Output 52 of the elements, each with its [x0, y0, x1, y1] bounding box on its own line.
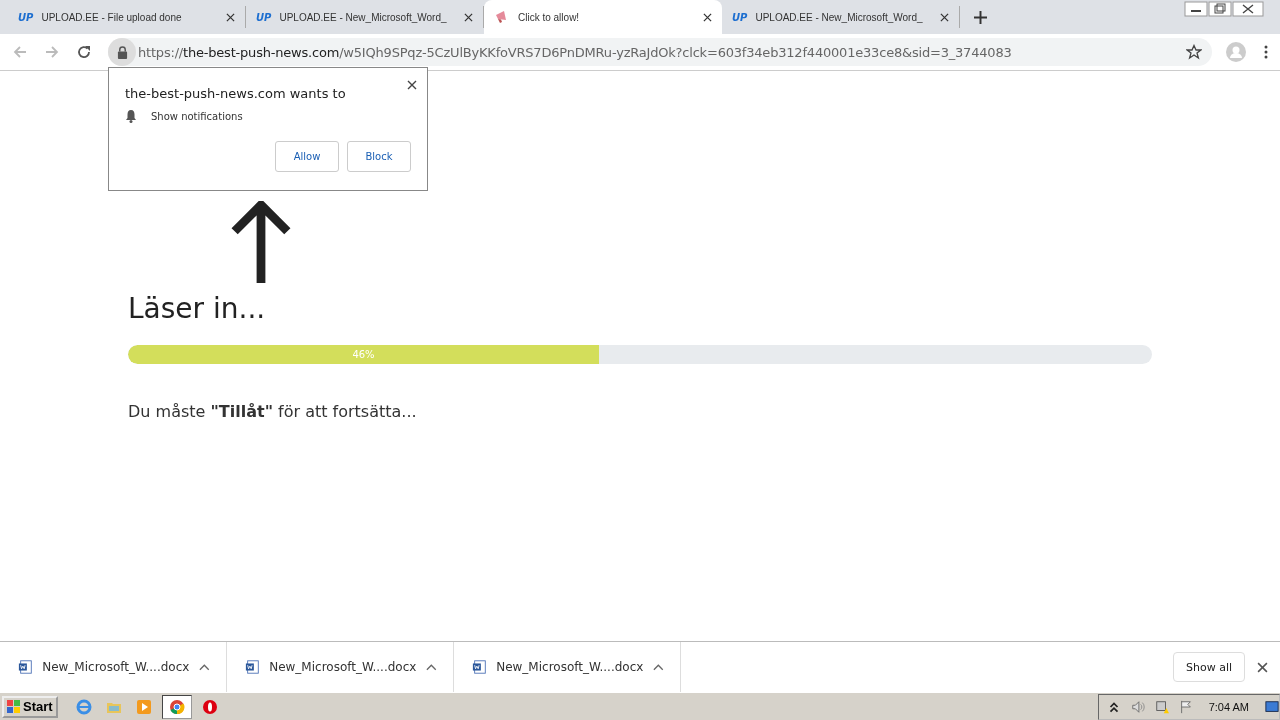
tab-title: Click to allow!	[518, 11, 581, 23]
bookmark-star-icon[interactable]	[1186, 44, 1202, 60]
site-logo: UP	[732, 11, 748, 23]
chrome-icon	[168, 698, 185, 715]
download-filename[interactable]: New_Microsoft_W....docx	[496, 660, 644, 674]
permission-label: Show notifications	[151, 110, 243, 122]
opera-icon[interactable]	[201, 698, 218, 715]
caret-icon[interactable]	[426, 663, 437, 671]
lock-icon	[116, 45, 128, 59]
word-document-icon	[472, 659, 487, 675]
windows-logo-icon	[7, 699, 21, 714]
bell-icon	[125, 109, 137, 123]
menu-icon[interactable]	[1264, 44, 1268, 60]
word-document-icon	[18, 659, 33, 675]
dialog-title: the-best-push-news.com wants to	[125, 86, 346, 101]
up-arrow-icon	[230, 201, 292, 283]
show-all-button[interactable]: Show all	[1172, 652, 1245, 682]
reload-icon[interactable]	[76, 44, 92, 60]
close-icon[interactable]	[1257, 661, 1268, 673]
tab-title: UPLOAD.EE - New_Microsoft_Word_	[755, 11, 924, 23]
allow-button[interactable]: Allow	[275, 141, 339, 172]
download-filename[interactable]: New_Microsoft_W....docx	[269, 660, 417, 674]
start-button[interactable]: Start	[2, 695, 58, 718]
word-document-icon	[245, 659, 260, 675]
browser-tab[interactable]: Click to allow!	[484, 0, 722, 34]
close-icon[interactable]	[464, 12, 473, 22]
allow-instruction: Du måste "Tillåt" för att fortsätta...	[128, 402, 418, 421]
site-logo: UP	[256, 11, 272, 23]
close-icon[interactable]	[703, 12, 712, 22]
block-button[interactable]: Block	[347, 141, 411, 172]
tab-title: UPLOAD.EE - File upload done	[41, 11, 183, 23]
chrome-taskbar-button[interactable]	[161, 694, 192, 719]
close-icon[interactable]	[407, 80, 417, 90]
show-desktop-icon[interactable]	[1265, 699, 1279, 714]
caret-icon[interactable]	[653, 663, 664, 671]
speaker-icon[interactable]	[1130, 699, 1145, 714]
caret-icon[interactable]	[199, 663, 210, 671]
tab-title: UPLOAD.EE - New_Microsoft_Word_	[279, 11, 448, 23]
loading-heading: Läser in...	[128, 291, 267, 327]
site-logo: UP	[18, 11, 34, 23]
flag-icon[interactable]	[1178, 699, 1193, 714]
network-warning-icon[interactable]	[1154, 699, 1169, 714]
window-controls-drawing[interactable]	[1184, 1, 1264, 17]
progress-label: 46%	[352, 349, 375, 360]
new-tab-icon[interactable]	[974, 10, 987, 24]
close-icon[interactable]	[226, 12, 235, 22]
browser-tab[interactable]: UP UPLOAD.EE - File upload done	[8, 6, 246, 28]
download-filename[interactable]: New_Microsoft_W....docx	[42, 660, 190, 674]
clock[interactable]: 7:04 AM	[1208, 700, 1249, 713]
address-bar[interactable]: https://the-best-push-news.com/w5IQh9SPqz-5CzUlByKKfoVRS7D6PnDMRu-yzRaJdOk?clck=603f34eb312f440001e33ce8&sid=3_3744083	[108, 38, 1212, 66]
close-icon[interactable]	[940, 12, 949, 22]
browser-tab[interactable]: UP UPLOAD.EE - New_Microsoft_Word_	[722, 6, 960, 28]
